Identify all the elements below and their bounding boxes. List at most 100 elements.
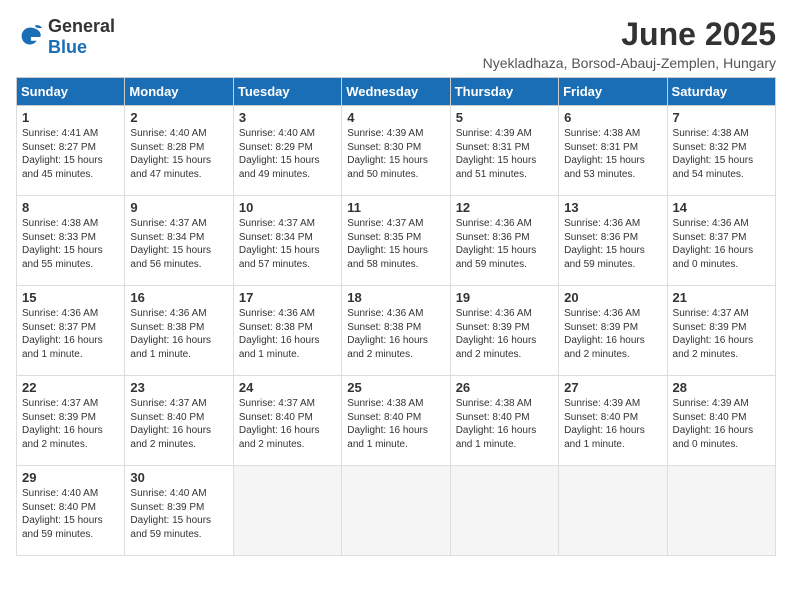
calendar-header-sunday: Sunday xyxy=(17,78,125,106)
day-number: 2 xyxy=(130,110,227,125)
day-number: 28 xyxy=(673,380,770,395)
day-info: Sunrise: 4:36 AM Sunset: 8:36 PM Dayligh… xyxy=(564,217,661,271)
calendar-cell: 26Sunrise: 4:38 AM Sunset: 8:40 PM Dayli… xyxy=(450,376,558,466)
calendar-cell: 6 Sunrise: 4:38 AM Sunset: 8:31 PM Daylig… xyxy=(559,106,667,196)
week-row-2: 8 Sunrise: 4:38 AM Sunset: 8:33 PM Daylig… xyxy=(17,196,776,286)
day-number: 5 xyxy=(456,110,553,125)
title-block: June 2025 Nyekladhaza, Borsod-Abauj-Zemp… xyxy=(483,16,776,71)
day-info: Sunrise: 4:39 AM Sunset: 8:31 PM Dayligh… xyxy=(456,127,553,181)
calendar-cell: 1Sunrise: 4:41 AM Sunset: 8:27 PM Daylig… xyxy=(17,106,125,196)
day-info: Sunrise: 4:36 AM Sunset: 8:36 PM Dayligh… xyxy=(456,217,553,271)
day-number: 4 xyxy=(347,110,444,125)
calendar-cell: 25Sunrise: 4:38 AM Sunset: 8:40 PM Dayli… xyxy=(342,376,450,466)
day-info: Sunrise: 4:36 AM Sunset: 8:37 PM Dayligh… xyxy=(22,307,119,361)
day-info: Sunrise: 4:40 AM Sunset: 8:40 PM Dayligh… xyxy=(22,487,119,541)
calendar-cell xyxy=(342,466,450,556)
calendar-cell: 15 Sunrise: 4:36 AM Sunset: 8:37 PM Dayli… xyxy=(17,286,125,376)
calendar-header-tuesday: Tuesday xyxy=(233,78,341,106)
day-number: 13 xyxy=(564,200,661,215)
header: General Blue June 2025 Nyekladhaza, Bors… xyxy=(16,16,776,71)
main-title: June 2025 xyxy=(483,16,776,53)
day-info: Sunrise: 4:38 AM Sunset: 8:32 PM Dayligh… xyxy=(673,127,770,181)
calendar-cell xyxy=(559,466,667,556)
day-number: 19 xyxy=(456,290,553,305)
day-number: 21 xyxy=(673,290,770,305)
calendar-cell: 17 Sunrise: 4:36 AM Sunset: 8:38 PM Dayli… xyxy=(233,286,341,376)
calendar-cell: 7 Sunrise: 4:38 AM Sunset: 8:32 PM Daylig… xyxy=(667,106,775,196)
calendar-cell: 24 Sunrise: 4:37 AM Sunset: 8:40 PM Dayli… xyxy=(233,376,341,466)
calendar-cell: 21 Sunrise: 4:37 AM Sunset: 8:39 PM Dayli… xyxy=(667,286,775,376)
day-number: 11 xyxy=(347,200,444,215)
day-number: 16 xyxy=(130,290,227,305)
day-info: Sunrise: 4:37 AM Sunset: 8:39 PM Dayligh… xyxy=(673,307,770,361)
day-number: 20 xyxy=(564,290,661,305)
calendar-cell: 18 Sunrise: 4:36 AM Sunset: 8:38 PM Dayli… xyxy=(342,286,450,376)
calendar-cell: 2 Sunrise: 4:40 AM Sunset: 8:28 PM Daylig… xyxy=(125,106,233,196)
logo-icon xyxy=(16,23,44,51)
day-info: Sunrise: 4:38 AM Sunset: 8:33 PM Dayligh… xyxy=(22,217,119,271)
day-number: 6 xyxy=(564,110,661,125)
calendar-header-wednesday: Wednesday xyxy=(342,78,450,106)
calendar-cell: 29Sunrise: 4:40 AM Sunset: 8:40 PM Dayli… xyxy=(17,466,125,556)
week-row-3: 15 Sunrise: 4:36 AM Sunset: 8:37 PM Dayli… xyxy=(17,286,776,376)
calendar-header-friday: Friday xyxy=(559,78,667,106)
day-info: Sunrise: 4:39 AM Sunset: 8:40 PM Dayligh… xyxy=(673,397,770,451)
day-info: Sunrise: 4:37 AM Sunset: 8:35 PM Dayligh… xyxy=(347,217,444,271)
day-number: 10 xyxy=(239,200,336,215)
day-info: Sunrise: 4:40 AM Sunset: 8:28 PM Dayligh… xyxy=(130,127,227,181)
day-number: 18 xyxy=(347,290,444,305)
day-info: Sunrise: 4:38 AM Sunset: 8:31 PM Dayligh… xyxy=(564,127,661,181)
subtitle: Nyekladhaza, Borsod-Abauj-Zemplen, Hunga… xyxy=(483,55,776,71)
calendar-header-thursday: Thursday xyxy=(450,78,558,106)
day-info: Sunrise: 4:37 AM Sunset: 8:40 PM Dayligh… xyxy=(130,397,227,451)
day-number: 14 xyxy=(673,200,770,215)
calendar-cell: 14 Sunrise: 4:36 AM Sunset: 8:37 PM Dayli… xyxy=(667,196,775,286)
calendar-cell: 16Sunrise: 4:36 AM Sunset: 8:38 PM Dayli… xyxy=(125,286,233,376)
calendar-cell: 13 Sunrise: 4:36 AM Sunset: 8:36 PM Dayli… xyxy=(559,196,667,286)
day-info: Sunrise: 4:36 AM Sunset: 8:38 PM Dayligh… xyxy=(239,307,336,361)
calendar-cell xyxy=(450,466,558,556)
calendar-cell xyxy=(233,466,341,556)
calendar-cell: 10 Sunrise: 4:37 AM Sunset: 8:34 PM Dayli… xyxy=(233,196,341,286)
day-number: 1 xyxy=(22,110,119,125)
week-row-5: 29Sunrise: 4:40 AM Sunset: 8:40 PM Dayli… xyxy=(17,466,776,556)
calendar-cell: 12Sunrise: 4:36 AM Sunset: 8:36 PM Dayli… xyxy=(450,196,558,286)
calendar-cell: 9Sunrise: 4:37 AM Sunset: 8:34 PM Daylig… xyxy=(125,196,233,286)
calendar-cell: 19 Sunrise: 4:36 AM Sunset: 8:39 PM Dayli… xyxy=(450,286,558,376)
day-number: 7 xyxy=(673,110,770,125)
calendar-header-saturday: Saturday xyxy=(667,78,775,106)
day-number: 23 xyxy=(130,380,227,395)
day-info: Sunrise: 4:36 AM Sunset: 8:39 PM Dayligh… xyxy=(564,307,661,361)
day-info: Sunrise: 4:39 AM Sunset: 8:30 PM Dayligh… xyxy=(347,127,444,181)
calendar-cell: 23 Sunrise: 4:37 AM Sunset: 8:40 PM Dayli… xyxy=(125,376,233,466)
day-number: 22 xyxy=(22,380,119,395)
calendar-cell: 20 Sunrise: 4:36 AM Sunset: 8:39 PM Dayli… xyxy=(559,286,667,376)
day-number: 30 xyxy=(130,470,227,485)
calendar-header-monday: Monday xyxy=(125,78,233,106)
day-info: Sunrise: 4:38 AM Sunset: 8:40 PM Dayligh… xyxy=(456,397,553,451)
day-info: Sunrise: 4:40 AM Sunset: 8:29 PM Dayligh… xyxy=(239,127,336,181)
day-info: Sunrise: 4:36 AM Sunset: 8:39 PM Dayligh… xyxy=(456,307,553,361)
week-row-1: 1Sunrise: 4:41 AM Sunset: 8:27 PM Daylig… xyxy=(17,106,776,196)
calendar-cell: 28 Sunrise: 4:39 AM Sunset: 8:40 PM Dayli… xyxy=(667,376,775,466)
day-info: Sunrise: 4:37 AM Sunset: 8:40 PM Dayligh… xyxy=(239,397,336,451)
week-row-4: 22Sunrise: 4:37 AM Sunset: 8:39 PM Dayli… xyxy=(17,376,776,466)
logo-text: General Blue xyxy=(48,16,115,58)
logo: General Blue xyxy=(16,16,115,58)
calendar-cell: 3 Sunrise: 4:40 AM Sunset: 8:29 PM Daylig… xyxy=(233,106,341,196)
day-number: 8 xyxy=(22,200,119,215)
calendar-cell: 11 Sunrise: 4:37 AM Sunset: 8:35 PM Dayli… xyxy=(342,196,450,286)
day-number: 17 xyxy=(239,290,336,305)
calendar-cell xyxy=(667,466,775,556)
day-number: 24 xyxy=(239,380,336,395)
day-info: Sunrise: 4:37 AM Sunset: 8:34 PM Dayligh… xyxy=(239,217,336,271)
calendar-cell: 4 Sunrise: 4:39 AM Sunset: 8:30 PM Daylig… xyxy=(342,106,450,196)
calendar-cell: 22Sunrise: 4:37 AM Sunset: 8:39 PM Dayli… xyxy=(17,376,125,466)
day-info: Sunrise: 4:36 AM Sunset: 8:38 PM Dayligh… xyxy=(347,307,444,361)
calendar-cell: 27Sunrise: 4:39 AM Sunset: 8:40 PM Dayli… xyxy=(559,376,667,466)
day-number: 9 xyxy=(130,200,227,215)
day-number: 3 xyxy=(239,110,336,125)
day-info: Sunrise: 4:36 AM Sunset: 8:37 PM Dayligh… xyxy=(673,217,770,271)
day-number: 25 xyxy=(347,380,444,395)
day-number: 15 xyxy=(22,290,119,305)
